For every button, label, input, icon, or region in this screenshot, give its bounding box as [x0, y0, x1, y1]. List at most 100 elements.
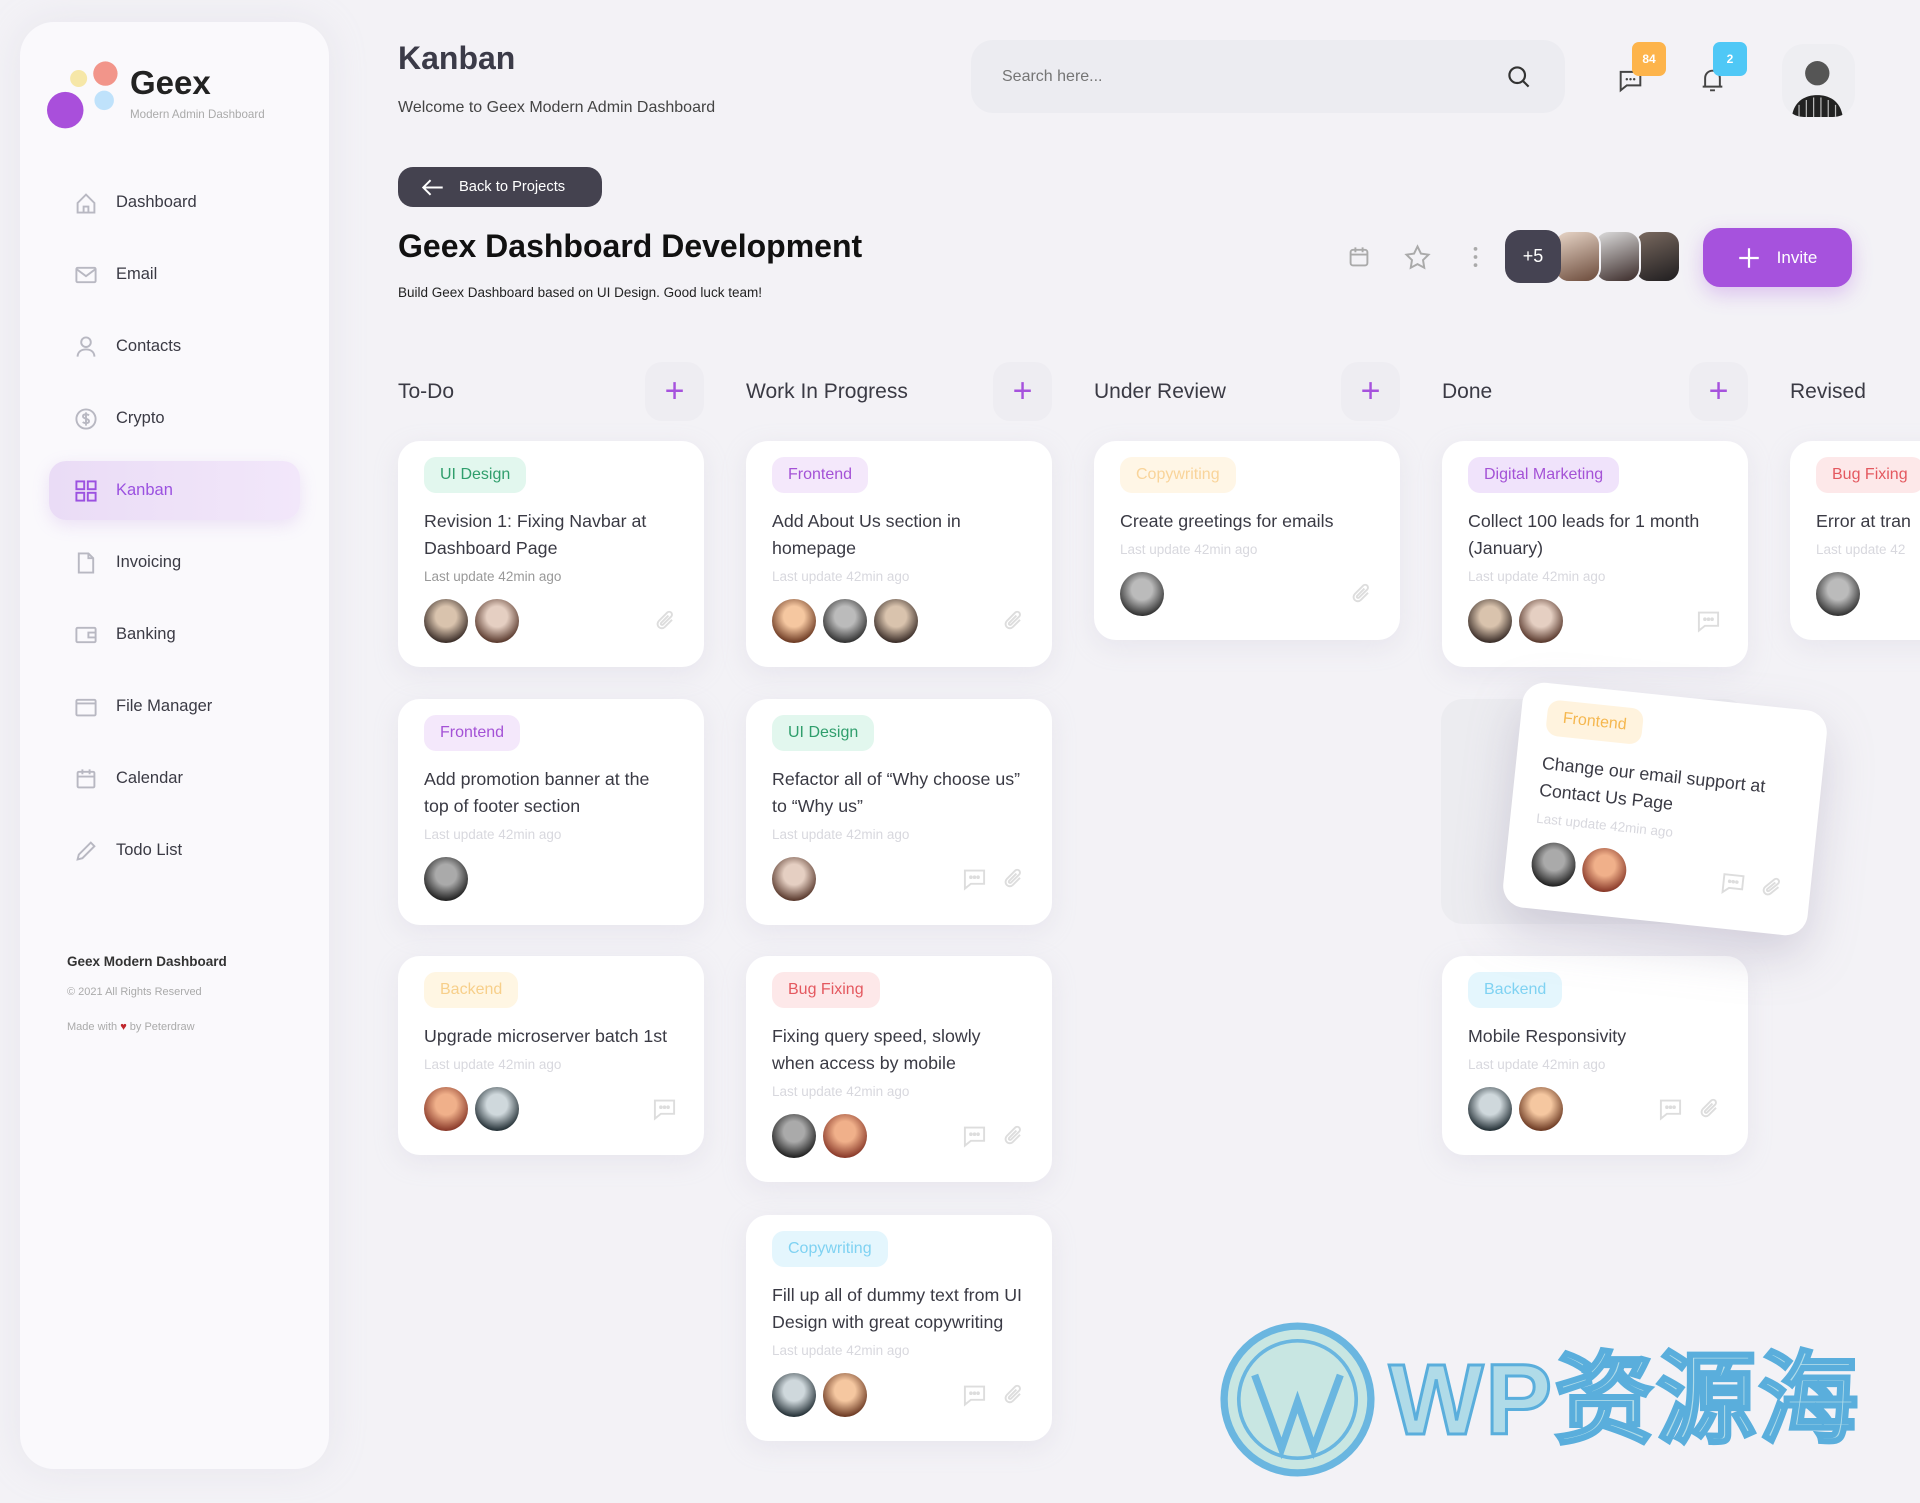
comment-icon[interactable] — [961, 1124, 988, 1148]
attachment-icon[interactable] — [1002, 867, 1026, 891]
kanban-card[interactable]: Frontend Add promotion banner at the top … — [398, 699, 704, 925]
kanban-card[interactable]: Backend Upgrade microserver batch 1st Last… — [398, 956, 704, 1155]
assignee-avatar[interactable] — [823, 1373, 867, 1417]
card-last-update: Last update 42min ago — [424, 569, 562, 584]
calendar-button[interactable] — [1342, 240, 1376, 274]
kanban-card[interactable]: UI Design Revision 1: Fixing Navbar at Da… — [398, 441, 704, 667]
pencil-icon — [76, 840, 96, 861]
kanban-card[interactable]: Copywriting Create greetings for emails La… — [1094, 441, 1400, 640]
assignee-avatar[interactable] — [424, 599, 468, 643]
arrow-left-icon — [422, 179, 443, 195]
comment-icon[interactable] — [961, 1383, 988, 1407]
assignee-avatar[interactable] — [823, 599, 867, 643]
card-title: Create greetings for emails — [1120, 511, 1334, 531]
assignee-avatar[interactable] — [1468, 599, 1512, 643]
sidebar-item-dashboard[interactable]: Dashboard — [49, 173, 300, 232]
assignees — [424, 599, 519, 643]
assignee-avatar[interactable] — [772, 1114, 816, 1158]
search-icon[interactable] — [1507, 65, 1531, 89]
calendar-icon — [1349, 247, 1369, 267]
attachment-icon[interactable] — [654, 609, 678, 633]
comment-icon[interactable] — [961, 867, 988, 891]
assignee-avatar[interactable] — [1529, 840, 1578, 889]
assignee-avatar[interactable] — [424, 1087, 468, 1131]
sidebar-item-email[interactable]: Email — [49, 245, 300, 304]
column-header: Under Review + — [1094, 362, 1400, 421]
comment-icon[interactable] — [1695, 609, 1722, 633]
favorite-button[interactable] — [1400, 240, 1434, 274]
assignee-avatar[interactable] — [1816, 572, 1860, 616]
card-title: Mobile Responsivity — [1468, 1026, 1627, 1046]
assignee-avatar[interactable] — [874, 599, 918, 643]
attachment-icon[interactable] — [1698, 1097, 1722, 1121]
member-avatar[interactable] — [1634, 230, 1681, 283]
column-title: Work In Progress — [746, 379, 908, 403]
add-card-button[interactable]: + — [1689, 362, 1748, 421]
kanban-card[interactable]: UI Design Refactor all of “Why choose us”… — [746, 699, 1052, 925]
attachment-icon[interactable] — [1002, 609, 1026, 633]
card-title: Add promotion banner at the top of foote… — [424, 769, 650, 816]
card-title: Refactor all of “Why choose us” to “Why … — [772, 769, 1021, 816]
add-card-button[interactable]: + — [645, 362, 704, 421]
invite-button[interactable]: Invite — [1703, 228, 1852, 287]
sidebar-item-invoicing[interactable]: Invoicing — [49, 533, 300, 592]
attachment-icon[interactable] — [1002, 1124, 1026, 1148]
sidebar-item-kanban[interactable]: Kanban — [49, 461, 300, 520]
comment-icon[interactable] — [1657, 1097, 1684, 1121]
team-members[interactable]: +5 — [1505, 230, 1681, 283]
assignee-avatar[interactable] — [772, 857, 816, 901]
invite-label: Invite — [1776, 247, 1818, 267]
assignee-avatar[interactable] — [1120, 572, 1164, 616]
members-more-count[interactable]: +5 — [1505, 230, 1561, 283]
assignee-avatar[interactable] — [424, 857, 468, 901]
sidebar-item-file-manager[interactable]: File Manager — [49, 677, 300, 736]
add-card-button[interactable]: + — [993, 362, 1052, 421]
grid-icon — [75, 479, 97, 502]
more-options-button[interactable] — [1458, 240, 1492, 274]
attachment-icon[interactable] — [1759, 874, 1785, 900]
sidebar-item-label: Dashboard — [116, 193, 197, 211]
assignee-avatar[interactable] — [1519, 599, 1563, 643]
assignee-avatar[interactable] — [1519, 1087, 1563, 1131]
assignees — [1468, 1087, 1563, 1131]
assignee-avatar[interactable] — [772, 599, 816, 643]
member-avatar[interactable] — [1594, 230, 1641, 283]
assignee-avatar[interactable] — [772, 1373, 816, 1417]
add-card-button[interactable]: + — [1341, 362, 1400, 421]
kanban-card[interactable]: Bug Fixing Fixing query speed, slowly whe… — [746, 956, 1052, 1182]
sidebar-item-crypto[interactable]: Crypto — [49, 389, 300, 448]
comment-icon[interactable] — [1718, 870, 1747, 897]
kanban-card[interactable]: Copywriting Fill up all of dummy text fro… — [746, 1215, 1052, 1441]
plus-icon — [1738, 247, 1759, 268]
assignee-avatar[interactable] — [1580, 845, 1629, 895]
sidebar — [20, 22, 329, 1469]
sidebar-item-calendar[interactable]: Calendar — [49, 749, 300, 808]
kanban-card[interactable]: Backend Mobile Responsivity Last update 42… — [1442, 956, 1748, 1155]
back-to-projects-button[interactable]: Back to Projects — [398, 167, 602, 207]
member-avatar[interactable] — [1554, 230, 1601, 283]
sidebar-item-contacts[interactable]: Contacts — [49, 317, 300, 376]
kanban-card[interactable]: Bug Fixing Error at tran Last update 42 — [1790, 441, 1920, 640]
card-tag: Frontend — [424, 715, 521, 751]
assignee-avatar[interactable] — [1468, 1087, 1512, 1131]
search-input[interactable] — [1002, 67, 1467, 86]
kanban-card[interactable]: Digital Marketing Collect 100 leads for 1… — [1442, 441, 1748, 667]
assignee-avatar[interactable] — [475, 1087, 519, 1131]
folder-icon — [75, 698, 97, 716]
assignee-avatar[interactable] — [823, 1114, 867, 1158]
kanban-card[interactable]: Frontend Add About Us section in homepage… — [746, 441, 1052, 667]
project-title: Geex Dashboard Development — [398, 228, 863, 264]
sidebar-item-todo-list[interactable]: Todo List — [49, 821, 300, 880]
sidebar-item-banking[interactable]: Banking — [49, 605, 300, 664]
column-header: Done + — [1442, 362, 1748, 421]
user-avatar[interactable] — [1782, 44, 1855, 117]
card-last-update: Last update 42 — [1816, 542, 1906, 557]
attachment-icon[interactable] — [1350, 582, 1374, 606]
assignee-avatar[interactable] — [475, 599, 519, 643]
card-tag: Digital Marketing — [1468, 457, 1620, 493]
card-title: Error at tran — [1816, 511, 1911, 531]
kanban-card-dragging[interactable]: Frontend Change our email support at Cont… — [1501, 680, 1829, 938]
comment-icon[interactable] — [651, 1097, 678, 1121]
star-icon — [1403, 243, 1431, 269]
attachment-icon[interactable] — [1002, 1383, 1026, 1407]
